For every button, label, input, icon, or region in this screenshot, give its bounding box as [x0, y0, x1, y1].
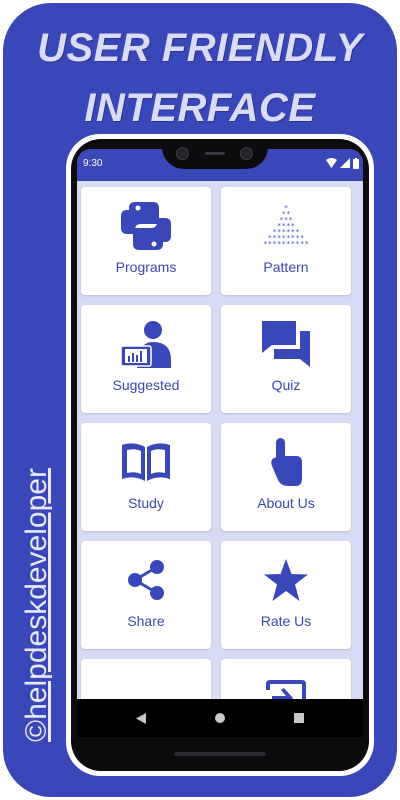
menu-tile-share[interactable]: Share [81, 541, 211, 649]
wifi-icon [326, 158, 337, 168]
svg-text:*: * [277, 240, 281, 248]
signal-icon [340, 158, 350, 168]
menu-tile-label: Suggested [112, 377, 180, 393]
menu-tile-pattern[interactable]: * * * * * * * * * * * * * * * * * * * * * * * * * * * * * * * * * * Patter… [221, 187, 351, 295]
menu-tile-suggested[interactable]: Suggested [81, 305, 211, 413]
menu-tile-label: About Us [257, 495, 315, 511]
status-icons [326, 157, 359, 169]
star-pyramid-icon: * * * * * * * * * * * * * * * * * * * * * * * * * * * * * * * * * * [221, 203, 351, 249]
svg-text:*: * [291, 240, 295, 248]
menu-tile-study[interactable]: Study [81, 423, 211, 531]
menu-tile-quiz[interactable]: Quiz [221, 305, 351, 413]
svg-text:*: * [273, 240, 277, 248]
headline-line-1: USER FRIENDLY [37, 26, 363, 70]
svg-text:*: * [282, 240, 286, 248]
menu-tile-label: Rate Us [260, 613, 312, 629]
svg-text:*: * [287, 240, 291, 248]
menu-tile-label: Share [127, 613, 165, 629]
menu-tile-label: Study [128, 495, 164, 511]
svg-text:*: * [300, 240, 304, 248]
bottom-speaker [174, 752, 266, 756]
phone-screen: 9:30 Programs * * * * * * * * * * * * * * * * * * * * * * * * * * *… [77, 149, 363, 737]
menu-tile-programs[interactable]: Programs [81, 187, 211, 295]
svg-text:*: * [296, 240, 300, 248]
star-icon [221, 557, 351, 603]
status-time: 9:30 [83, 158, 103, 169]
svg-text:*: * [305, 240, 309, 248]
menu-tile-label: Pattern [263, 259, 309, 275]
back-icon[interactable] [132, 709, 150, 727]
phone-notch [162, 139, 268, 169]
menu-tile-rate-us[interactable]: Rate Us [221, 541, 351, 649]
battery-icon [353, 157, 359, 169]
front-camera-icon [176, 147, 189, 160]
recents-icon[interactable] [290, 709, 308, 727]
chat-bubbles-icon [221, 321, 351, 367]
system-nav-bar [77, 699, 363, 737]
headline-line-2: INTERFACE [84, 86, 316, 130]
watermark-text: ©helpdeskdeveloper [20, 468, 53, 742]
user-at-screen-icon [81, 321, 211, 368]
menu-tile-label: Programs [115, 259, 177, 275]
earpiece-speaker [205, 152, 225, 155]
share-icon [81, 557, 211, 603]
open-book-icon [81, 439, 211, 485]
svg-text:*: * [264, 240, 268, 248]
menu-tile-about-us[interactable]: About Us [221, 423, 351, 531]
menu-tile-label: Quiz [271, 377, 301, 393]
python-logo-icon [81, 202, 211, 250]
phone-body: 9:30 Programs * * * * * * * * * * * * * * * * * * * * * * * * * * *… [71, 139, 369, 771]
tap-hand-icon [221, 438, 351, 486]
front-sensor-icon [240, 147, 253, 160]
home-icon[interactable] [211, 709, 229, 727]
svg-text:*: * [268, 240, 272, 248]
